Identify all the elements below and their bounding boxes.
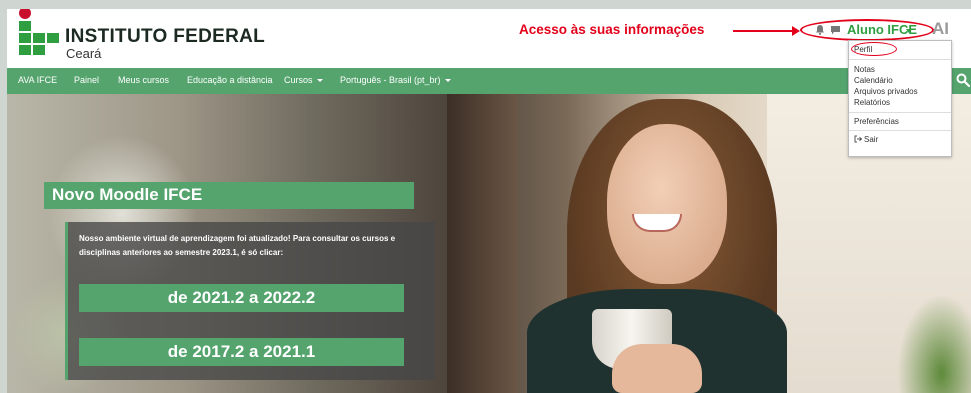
page-frame: INSTITUTO FEDERAL Ceará Acesso às suas i… xyxy=(7,9,971,393)
menu-item-preferencias[interactable]: Preferências xyxy=(854,117,899,126)
archive-2017-2021-button[interactable]: de 2017.2 a 2021.1 xyxy=(79,338,404,366)
user-dropdown-menu: Perfil Notas Calendário Arquivos privado… xyxy=(848,40,952,157)
logo-square xyxy=(33,45,45,55)
nav-item-label: Cursos xyxy=(284,75,313,85)
hero-title: Novo Moodle IFCE xyxy=(52,185,203,204)
nav-item-language[interactable]: Português - Brasil (pt_br) xyxy=(340,75,451,85)
nav-item-painel[interactable]: Painel xyxy=(74,75,99,85)
brand-subtitle: Ceará xyxy=(66,46,102,61)
search-icon[interactable] xyxy=(956,73,970,87)
menu-divider xyxy=(849,112,951,113)
logo-square xyxy=(19,45,31,55)
logo-square xyxy=(47,33,59,43)
site-header: INSTITUTO FEDERAL Ceará Acesso às suas i… xyxy=(7,9,971,65)
hero-text: Nosso ambiente virtual de aprendizagem f… xyxy=(79,234,396,257)
brand-title: INSTITUTO FEDERAL xyxy=(65,26,266,47)
logout-icon xyxy=(854,135,862,143)
hero-photo-person xyxy=(612,344,702,393)
nav-item-label: Português - Brasil (pt_br) xyxy=(340,75,441,85)
main-nav: AVA IFCE Painel Meus cursos Educação a d… xyxy=(7,68,971,94)
hero-background xyxy=(447,94,517,393)
annotation-arrowhead xyxy=(792,26,800,36)
logo-square xyxy=(19,21,31,31)
annotation-arrow-line xyxy=(733,30,795,32)
hero-title-bar: Novo Moodle IFCE xyxy=(44,182,414,209)
logo-red-dot xyxy=(19,9,31,19)
menu-item-calendario[interactable]: Calendário xyxy=(854,76,893,85)
nav-item-educacao-distancia[interactable]: Educação a distância xyxy=(187,75,273,85)
hero-photo-person xyxy=(607,124,727,284)
menu-divider xyxy=(849,59,951,60)
menu-item-notas[interactable]: Notas xyxy=(854,65,875,74)
archive-2021-2022-button[interactable]: de 2021.2 a 2022.2 xyxy=(79,284,404,312)
menu-item-sair[interactable]: Sair xyxy=(864,135,878,144)
menu-divider xyxy=(849,130,951,131)
if-logo[interactable] xyxy=(19,9,67,55)
menu-item-arquivos-privados[interactable]: Arquivos privados xyxy=(854,87,918,96)
chevron-down-icon xyxy=(906,29,912,33)
hero-panel-accent xyxy=(65,222,68,380)
chevron-down-icon xyxy=(444,79,451,83)
avatar[interactable]: AI xyxy=(932,19,949,39)
annotation-label: Acesso às suas informações xyxy=(519,22,705,37)
logo-square xyxy=(33,33,45,43)
nav-item-label: Educação a distância xyxy=(187,75,273,85)
bell-icon[interactable] xyxy=(815,24,825,35)
hero-plant xyxy=(897,294,971,393)
nav-item-ava-ifce[interactable]: AVA IFCE xyxy=(18,75,57,85)
logo-square xyxy=(19,33,31,43)
menu-item-relatorios[interactable]: Relatórios xyxy=(854,98,890,107)
nav-item-cursos[interactable]: Cursos xyxy=(284,75,323,85)
nav-item-label: Meus cursos xyxy=(118,75,170,85)
chevron-down-icon xyxy=(316,79,323,83)
nav-item-label: AVA IFCE xyxy=(18,75,58,85)
nav-item-meus-cursos[interactable]: Meus cursos xyxy=(118,75,169,85)
hero-banner: Novo Moodle IFCE Nosso ambiente virtual … xyxy=(7,94,971,393)
nav-item-label: Painel xyxy=(74,75,100,85)
menu-item-perfil[interactable]: Perfil xyxy=(854,45,872,54)
hero-panel: Nosso ambiente virtual de aprendizagem f… xyxy=(65,222,435,380)
chat-icon[interactable] xyxy=(830,25,841,35)
